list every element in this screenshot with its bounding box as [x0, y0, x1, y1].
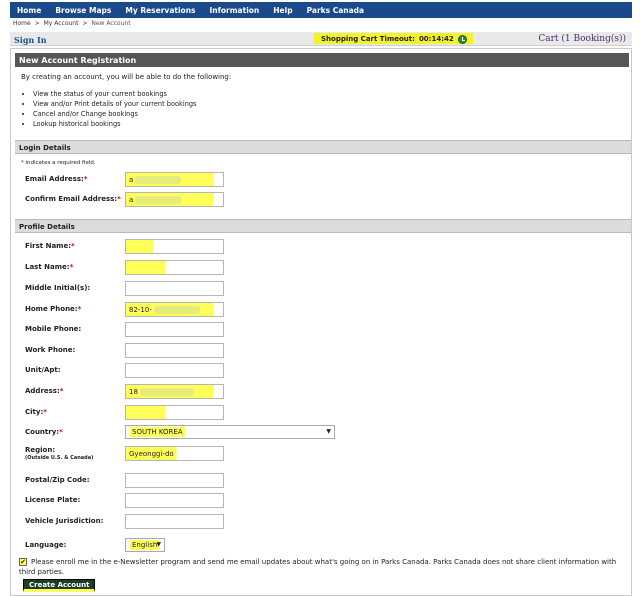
last-name-field[interactable] [125, 260, 224, 275]
redacted-mark [153, 306, 200, 314]
page-title: New Account Registration [15, 53, 629, 67]
last-name-label: Last Name:* [25, 263, 74, 271]
language-selected-value: English [130, 540, 160, 550]
breadcrumb-separator: > [34, 20, 40, 27]
email-field[interactable]: a [125, 172, 224, 187]
middle-initial-label: Middle Initial(s): [25, 284, 91, 292]
home-phone-field[interactable]: 82-10- [125, 302, 224, 317]
required-note: * indicates a required field. [21, 160, 96, 166]
work-phone-field[interactable] [125, 343, 224, 358]
vehicle-jurisdiction-label: Vehicle Jurisdiction: [25, 517, 104, 525]
required-star: * [21, 160, 24, 166]
first-name-label: First Name:* [25, 242, 75, 250]
breadcrumb: Home > My Account > New Account [13, 20, 131, 27]
confirm-email-label: Confirm Email Address:* [25, 195, 121, 203]
newsletter-option: ✔ Please enroll me in the e-Newsletter pr… [19, 557, 625, 577]
language-select[interactable]: English ▼ [125, 538, 165, 552]
address-field[interactable]: 18 [125, 384, 224, 399]
chevron-down-icon: ▼ [326, 428, 331, 435]
nav-help[interactable]: Help [266, 6, 299, 15]
country-selected-value: SOUTH KOREA [130, 427, 185, 437]
nav-browse-maps[interactable]: Browse Maps [48, 6, 118, 15]
first-name-field[interactable] [125, 239, 224, 254]
login-details-heading: Login Details [15, 140, 631, 154]
city-field[interactable] [125, 405, 224, 420]
top-navigation: Home Browse Maps My Reservations Informa… [10, 2, 632, 18]
license-plate-row: License Plate: [11, 491, 631, 511]
newsletter-checkbox[interactable]: ✔ [19, 558, 27, 566]
redacted-mark [135, 196, 182, 204]
region-field[interactable]: Gyeonggi-do [125, 446, 224, 461]
breadcrumb-home[interactable]: Home [13, 20, 31, 27]
newsletter-text: Please enroll me in the e-Newsletter pro… [19, 558, 617, 576]
nav-parks-canada[interactable]: Parks Canada [300, 6, 372, 15]
unit-apt-row: Unit/Apt: [11, 361, 631, 381]
address-row: Address:* 18 [11, 382, 631, 402]
language-row: Language: English ▼ [11, 536, 631, 556]
city-label: City:* [25, 408, 47, 416]
cart-timeout-label: Shopping Cart Timeout: [321, 35, 415, 43]
language-label: Language: [25, 541, 67, 549]
cart-timeout-value: 00:14:42 [418, 35, 454, 43]
home-phone-label: Home Phone:* [25, 305, 82, 313]
nav-information[interactable]: Information [203, 6, 267, 15]
email-label: Email Address:* [25, 175, 88, 183]
profile-details-heading: Profile Details [15, 219, 631, 233]
unit-apt-field[interactable] [125, 363, 224, 378]
list-item: Lookup historical bookings [33, 119, 197, 129]
address-label: Address:* [25, 387, 64, 395]
create-account-button[interactable]: Create Account [23, 579, 96, 592]
sign-in-link[interactable]: Sign In [14, 35, 47, 45]
list-item: View the status of your current bookings [33, 89, 197, 99]
mobile-phone-field[interactable] [125, 322, 224, 337]
unit-apt-label: Unit/Apt: [25, 366, 61, 374]
refresh-timer-icon[interactable] [457, 34, 467, 44]
region-row: Region: (Outside U.S. & Canada) Gyeonggi-… [11, 444, 631, 464]
chevron-down-icon: ▼ [156, 541, 161, 548]
city-row: City:* [11, 403, 631, 423]
first-name-row: First Name:* [11, 237, 631, 257]
redacted-mark [139, 388, 194, 396]
required-note-text: indicates a required field. [25, 160, 96, 166]
list-item: Cancel and/or Change bookings [33, 109, 197, 119]
vehicle-jurisdiction-field[interactable] [125, 514, 224, 529]
postal-code-label: Postal/Zip Code: [25, 476, 90, 484]
country-label: Country:* [25, 428, 63, 436]
list-item: View and/or Print details of your curren… [33, 99, 197, 109]
registration-panel: New Account Registration By creating an … [10, 48, 632, 596]
work-phone-row: Work Phone: [11, 341, 631, 361]
middle-initial-field[interactable] [125, 281, 224, 296]
cart-link[interactable]: Cart (1 Booking(s)) [538, 34, 626, 44]
breadcrumb-current: New Account [91, 20, 131, 27]
work-phone-label: Work Phone: [25, 346, 76, 354]
confirm-email-row: Confirm Email Address:* a [11, 190, 631, 210]
redacted-mark [135, 176, 182, 184]
country-select[interactable]: SOUTH KOREA ▼ [125, 425, 335, 439]
breadcrumb-separator: > [82, 20, 88, 27]
breadcrumb-my-account[interactable]: My Account [44, 20, 79, 27]
email-row: Email Address:* a [11, 170, 631, 190]
home-phone-row: Home Phone:* 82-10- [11, 300, 631, 320]
status-bar: Sign In Shopping Cart Timeout: 00:14:42 … [10, 32, 632, 46]
confirm-email-field[interactable]: a [125, 192, 224, 207]
last-name-row: Last Name:* [11, 258, 631, 278]
country-row: Country:* SOUTH KOREA ▼ [11, 423, 631, 443]
mobile-phone-row: Mobile Phone: [11, 320, 631, 340]
intro-text: By creating an account, you will be able… [21, 73, 232, 81]
nav-my-reservations[interactable]: My Reservations [118, 6, 202, 15]
license-plate-field[interactable] [125, 493, 224, 508]
benefits-list: View the status of your current bookings… [33, 89, 197, 129]
license-plate-label: License Plate: [25, 496, 81, 504]
mobile-phone-label: Mobile Phone: [25, 325, 82, 333]
postal-code-row: Postal/Zip Code: [11, 471, 631, 491]
middle-initial-row: Middle Initial(s): [11, 279, 631, 299]
region-label: Region: (Outside U.S. & Canada) [25, 446, 94, 461]
cart-timeout: Shopping Cart Timeout: 00:14:42 [314, 33, 473, 44]
vehicle-jurisdiction-row: Vehicle Jurisdiction: [11, 512, 631, 532]
postal-code-field[interactable] [125, 473, 224, 488]
nav-home[interactable]: Home [10, 6, 48, 15]
